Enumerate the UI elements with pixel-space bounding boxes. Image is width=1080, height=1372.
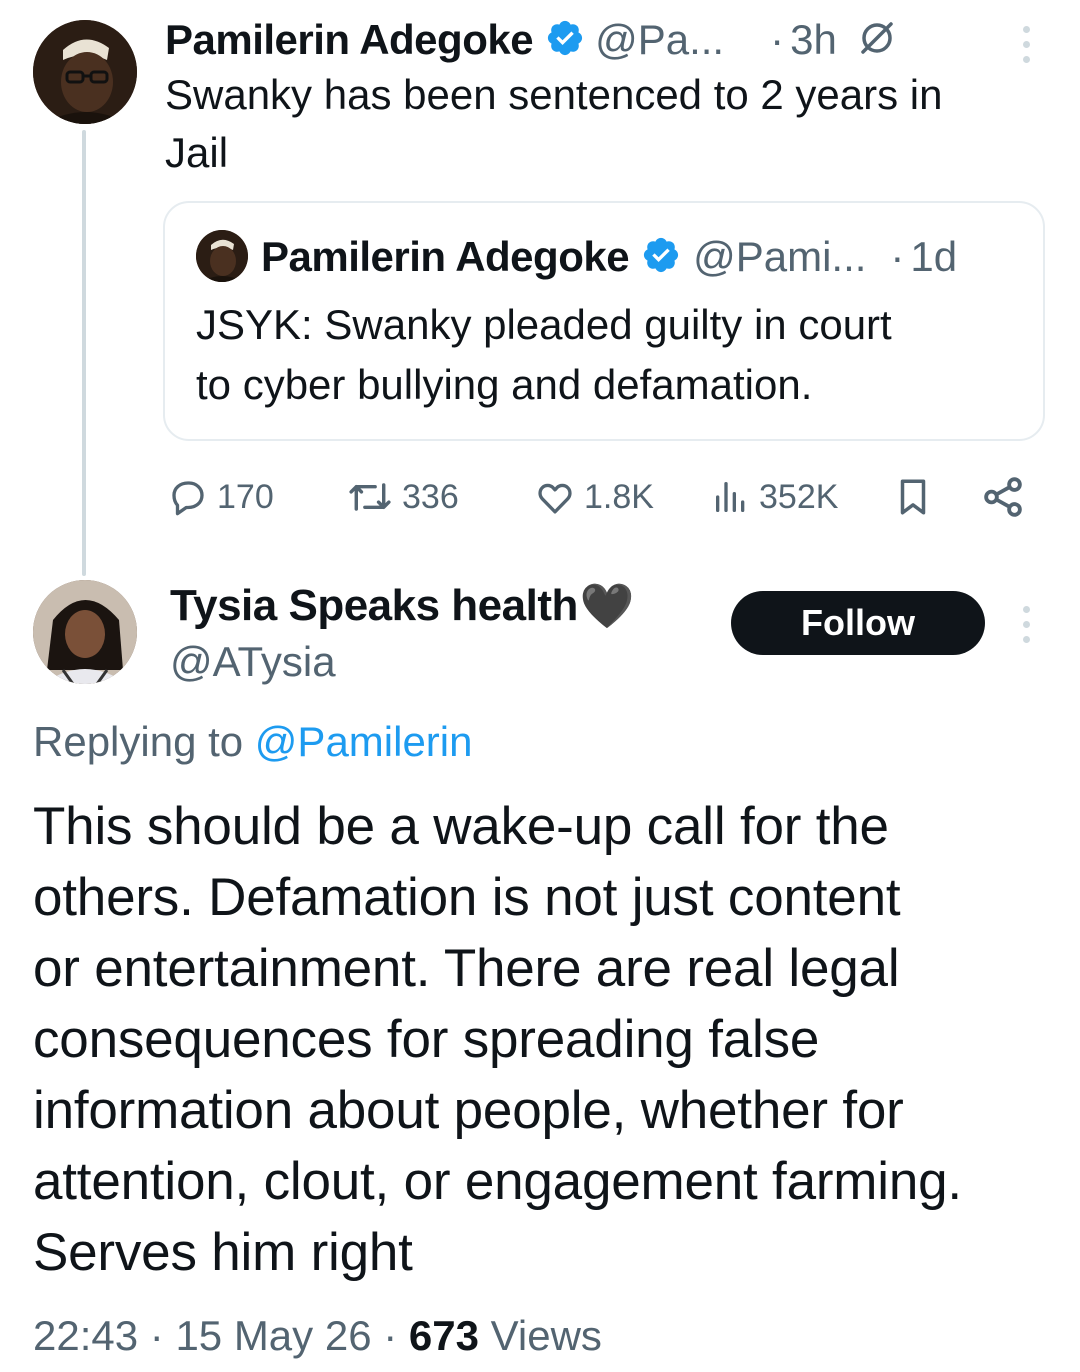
quoted-tweet-card[interactable]: Pamilerin Adegoke @Pami... · 1d JSYK: Sw… [163, 201, 1045, 441]
quoted-avatar [196, 230, 248, 282]
repost-icon [346, 476, 394, 518]
reply-tweet-text: This should be a wake-up call for the ot… [33, 791, 1063, 1288]
quoted-tweet-text: JSYK: Swanky pleaded guilty in court to … [196, 295, 1016, 415]
replying-to-link[interactable]: @Pamilerin [255, 718, 473, 765]
reply-button[interactable]: 170 [167, 470, 274, 524]
like-button[interactable]: 1.8K [534, 470, 654, 524]
repost-count: 336 [402, 477, 459, 516]
reply-time[interactable]: 22:43 [33, 1312, 138, 1359]
views-count: 352K [759, 477, 839, 516]
reply-text-line: consequences for spreading false [33, 1010, 820, 1069]
tweet-time[interactable]: 3h [790, 16, 837, 64]
follow-button[interactable]: Follow [731, 591, 985, 655]
quoted-handle: @Pami... [693, 233, 867, 280]
quoted-time: 1d [910, 233, 958, 280]
reply-text-line: attention, clout, or engagement farming. [33, 1152, 962, 1211]
black-heart-emoji: 🖤 [579, 582, 635, 631]
reply-author-row: Tysia Speaks health 🖤 [170, 578, 635, 634]
reply-text-line: others. Defamation is not just content [33, 868, 901, 927]
tweet-text-line: Jail [165, 129, 229, 176]
verified-badge-icon [545, 18, 585, 63]
verified-badge-icon [641, 235, 681, 280]
reply-date[interactable]: 15 May 26 [175, 1312, 371, 1359]
quoted-text-line: to cyber bullying and defamation. [196, 361, 813, 408]
reply-text-line: information about people, whether for [33, 1081, 904, 1140]
share-icon [980, 474, 1026, 520]
replying-to-prefix: Replying to [33, 718, 244, 765]
author-name[interactable]: Pamilerin Adegoke [165, 16, 534, 64]
dot-separator: · [890, 233, 905, 280]
reply-meta-line: 22:43 · 15 May 26 · 673 Views [33, 1308, 602, 1364]
quoted-author-name: Pamilerin Adegoke [261, 233, 630, 280]
thread-connector-line [82, 130, 86, 576]
tweet-text-line: Swanky has been sentenced to 2 years in [165, 71, 943, 118]
bookmark-icon [892, 474, 934, 520]
like-count: 1.8K [584, 477, 654, 516]
avatar-tysia[interactable] [33, 580, 137, 684]
views-icon [711, 476, 751, 518]
replying-to-line: Replying to @Pamilerin [33, 714, 473, 770]
original-tweet-header: Pamilerin Adegoke @Pa... · 3h [165, 12, 1045, 68]
dot-separator: · [383, 1312, 409, 1359]
reply-author-name[interactable]: Tysia Speaks health [170, 581, 578, 631]
bookmark-button[interactable] [892, 470, 934, 524]
reply-views-label: Views [490, 1312, 602, 1359]
reply-count: 170 [217, 477, 274, 516]
like-icon [534, 476, 576, 518]
quoted-tweet-header: Pamilerin Adegoke @Pami... · 1d [261, 229, 957, 285]
dot-separator: · [770, 16, 785, 63]
more-options-icon[interactable] [1021, 606, 1031, 651]
reply-icon [167, 476, 209, 518]
reply-text-line: Serves him right [33, 1223, 413, 1282]
reply-author-handle[interactable]: @ATysia [170, 634, 336, 690]
grok-slash-icon[interactable] [857, 18, 897, 63]
quoted-text-line: JSYK: Swanky pleaded guilty in court [196, 301, 892, 348]
dot-separator: · [149, 1312, 176, 1359]
share-button[interactable] [980, 470, 1026, 524]
reply-text-line: or entertainment. There are real legal [33, 939, 900, 998]
original-tweet-text: Swanky has been sentenced to 2 years in … [165, 66, 1045, 182]
repost-button[interactable]: 336 [346, 470, 459, 524]
author-handle[interactable]: @Pa... [595, 16, 724, 64]
reply-text-line: This should be a wake-up call for the [33, 797, 889, 856]
reply-views-count: 673 [408, 1312, 479, 1359]
more-options-icon[interactable] [1021, 26, 1031, 71]
avatar-pamilerin[interactable] [33, 20, 137, 124]
views-button[interactable]: 352K [711, 470, 838, 524]
